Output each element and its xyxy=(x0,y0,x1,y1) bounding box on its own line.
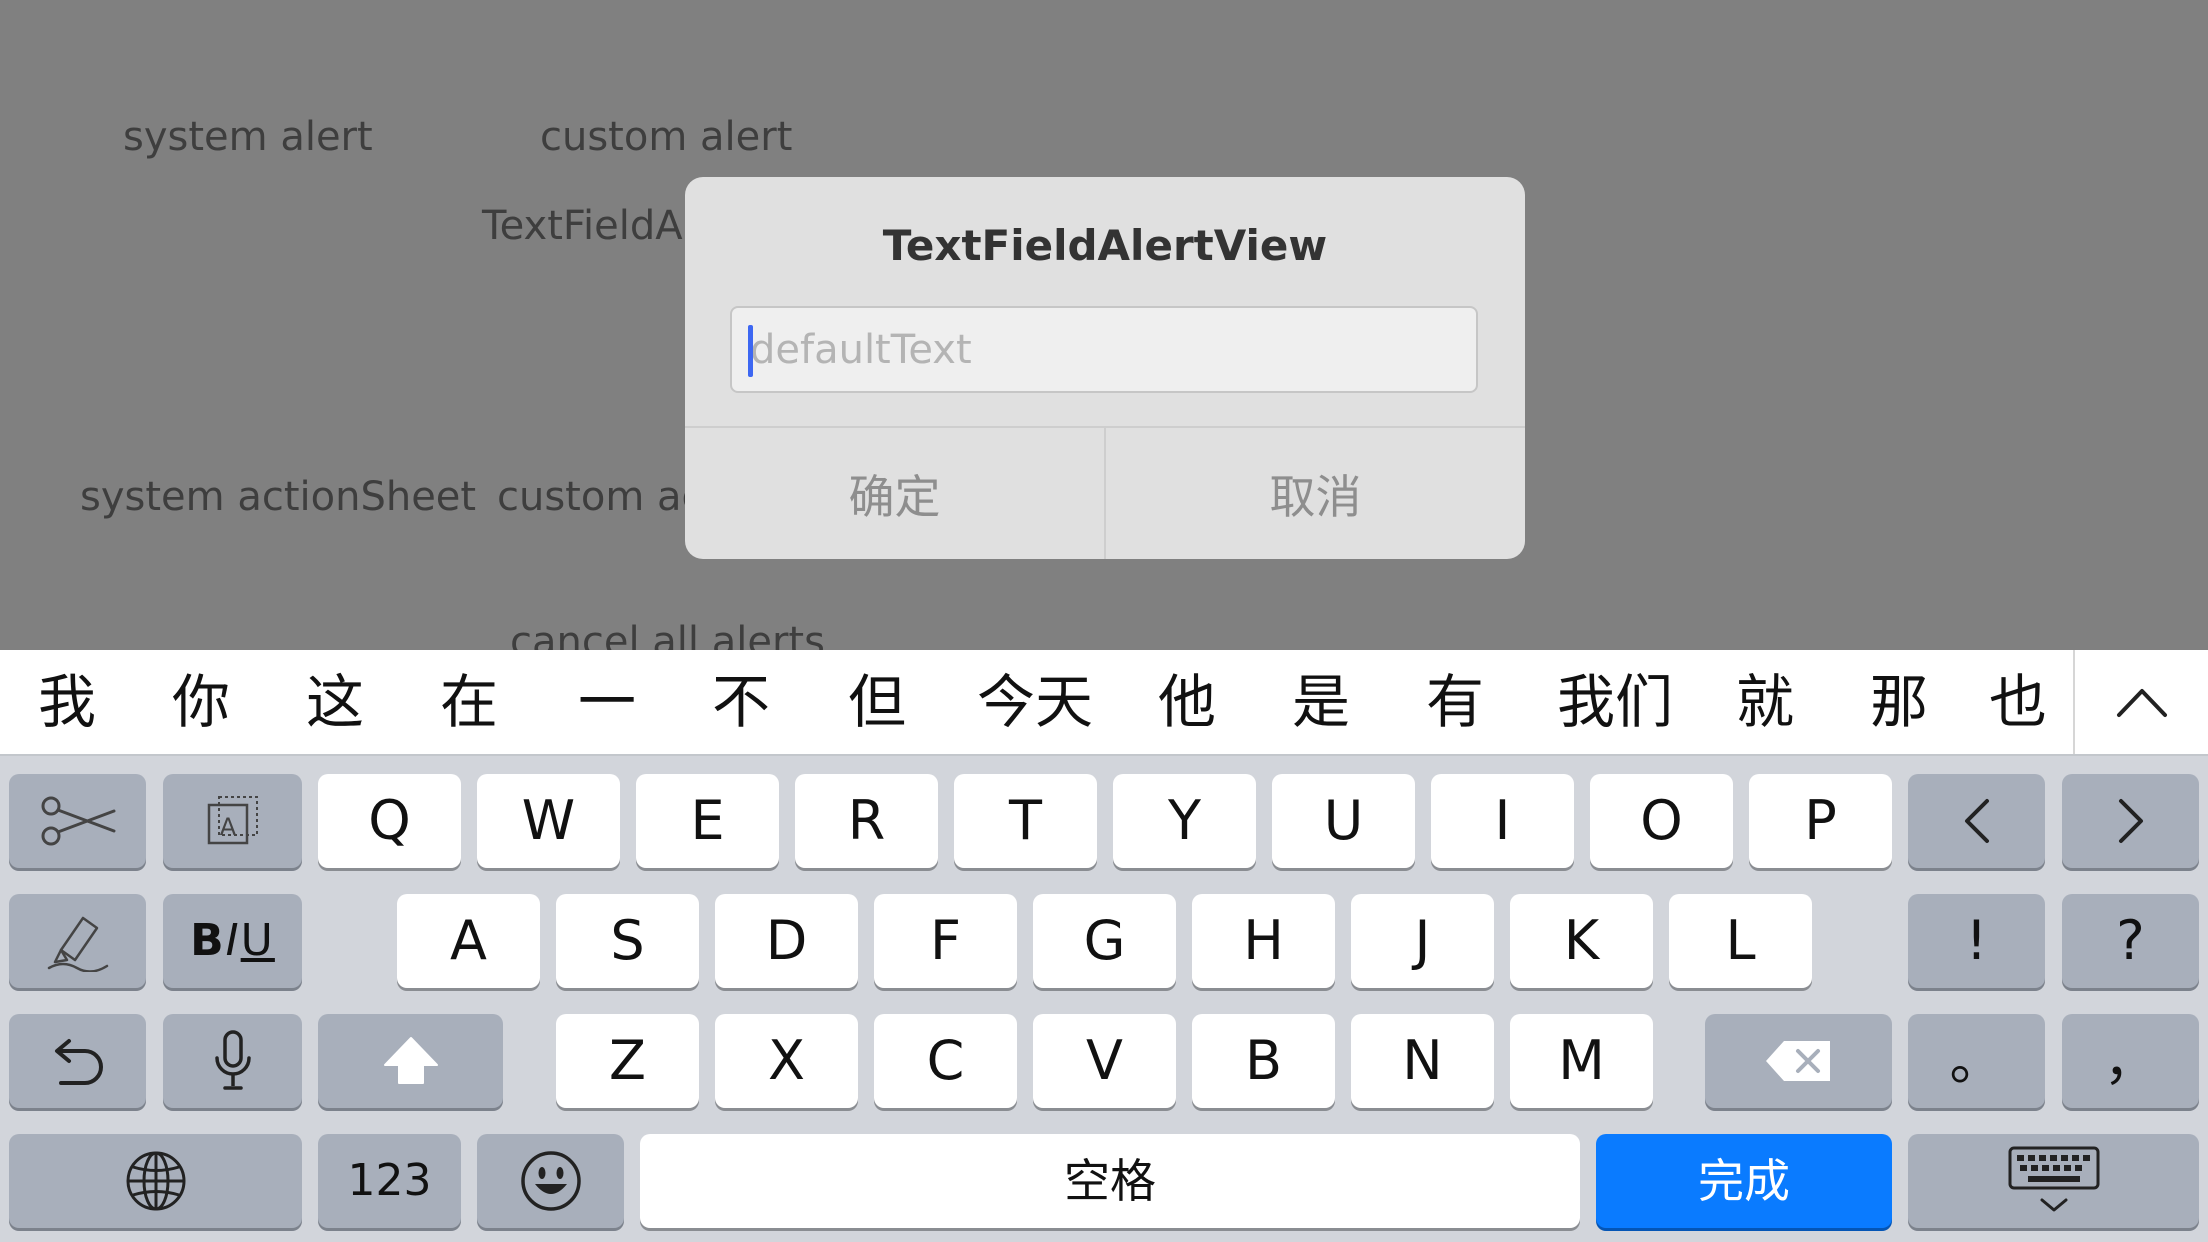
globe-icon xyxy=(126,1151,185,1211)
key-j[interactable]: J xyxy=(1351,894,1494,988)
chevron-up-icon xyxy=(2116,689,2167,717)
space-key[interactable]: 空格 xyxy=(640,1134,1580,1228)
candidate-item[interactable]: 他 xyxy=(1120,650,1254,754)
key-k[interactable]: K xyxy=(1510,894,1653,988)
candidate-item[interactable]: 一 xyxy=(540,650,674,754)
candidate-item[interactable]: 这 xyxy=(268,650,402,754)
textfield-alert-dialog: TextFieldAlertView 确定 取消 xyxy=(685,177,1525,559)
undo-key[interactable] xyxy=(9,1014,146,1108)
period-key[interactable]: 。 xyxy=(1908,1014,2045,1108)
cancel-all-alerts-button[interactable]: cancel all alerts xyxy=(510,622,825,650)
scissors-icon xyxy=(41,796,115,846)
candidate-item[interactable]: 有 xyxy=(1388,650,1522,754)
cursor-left-key[interactable] xyxy=(1908,774,2045,868)
undo-icon xyxy=(54,1039,103,1085)
custom-action-sheet-button[interactable]: custom ac xyxy=(497,477,704,517)
key-e[interactable]: E xyxy=(636,774,779,868)
textfield-alert-button[interactable]: TextFieldA xyxy=(482,206,683,246)
globe-key[interactable] xyxy=(9,1134,302,1228)
key-p[interactable]: P xyxy=(1749,774,1892,868)
underline-label: U xyxy=(240,915,275,966)
dismiss-keyboard-key[interactable] xyxy=(1908,1134,2199,1228)
key-b[interactable]: B xyxy=(1192,1014,1335,1108)
key-t[interactable]: T xyxy=(954,774,1097,868)
key-x[interactable]: X xyxy=(715,1014,858,1108)
keyboard: A Q W E R T Y U I O P BIU A S D F G H J … xyxy=(0,756,2208,1242)
key-w[interactable]: W xyxy=(477,774,620,868)
confirm-button[interactable]: 确定 xyxy=(685,428,1104,559)
key-u[interactable]: U xyxy=(1272,774,1415,868)
key-z[interactable]: Z xyxy=(556,1014,699,1108)
done-key[interactable]: 完成 xyxy=(1596,1134,1892,1228)
app-background: system alert custom alert TextFieldA sys… xyxy=(0,0,2208,650)
chevron-right-icon xyxy=(2118,799,2143,843)
delete-key[interactable] xyxy=(1705,1014,1892,1108)
alert-text-field[interactable] xyxy=(730,306,1478,393)
cut-key[interactable] xyxy=(9,774,146,868)
candidate-item[interactable]: 你 xyxy=(134,650,268,754)
highlighter-icon xyxy=(47,916,108,972)
system-action-sheet-button[interactable]: system actionSheet xyxy=(80,477,476,517)
candidate-expand-button[interactable] xyxy=(2075,650,2208,754)
exclamation-key[interactable]: ! xyxy=(1908,894,2045,988)
key-g[interactable]: G xyxy=(1033,894,1176,988)
key-a[interactable]: A xyxy=(397,894,540,988)
backspace-icon xyxy=(1765,1041,1830,1081)
text-select-icon: A xyxy=(207,796,258,845)
chevron-left-icon xyxy=(1964,799,1989,843)
custom-alert-button[interactable]: custom alert xyxy=(540,117,792,157)
candidate-bar: 我 你 这 在 一 不 但 今天 他 是 有 我们 就 那 也 xyxy=(0,650,2208,756)
key-d[interactable]: D xyxy=(715,894,858,988)
key-r[interactable]: R xyxy=(795,774,938,868)
alert-title: TextFieldAlertView xyxy=(882,221,1328,270)
highlight-key[interactable] xyxy=(9,894,146,988)
key-o[interactable]: O xyxy=(1590,774,1733,868)
key-i[interactable]: I xyxy=(1431,774,1574,868)
candidate-item[interactable]: 我们 xyxy=(1540,650,1690,754)
keyboard-hide-icon xyxy=(2008,1146,2099,1212)
microphone-icon xyxy=(214,1030,251,1090)
emoji-icon xyxy=(520,1151,581,1211)
candidate-item[interactable]: 我 xyxy=(0,650,134,754)
candidate-item[interactable]: 在 xyxy=(402,650,536,754)
candidate-item[interactable]: 是 xyxy=(1254,650,1388,754)
cursor-right-key[interactable] xyxy=(2062,774,2199,868)
candidate-item[interactable]: 不 xyxy=(674,650,808,754)
key-q[interactable]: Q xyxy=(318,774,461,868)
candidate-item[interactable]: 那 xyxy=(1832,650,1966,754)
bold-label: B xyxy=(190,915,226,966)
text-format-key[interactable]: BIU xyxy=(163,894,302,988)
cancel-button[interactable]: 取消 xyxy=(1106,428,1525,559)
svg-text:A: A xyxy=(219,813,236,841)
key-c[interactable]: C xyxy=(874,1014,1017,1108)
key-n[interactable]: N xyxy=(1351,1014,1494,1108)
candidate-item[interactable]: 但 xyxy=(810,650,944,754)
key-s[interactable]: S xyxy=(556,894,699,988)
key-l[interactable]: L xyxy=(1669,894,1812,988)
text-caret xyxy=(748,325,753,377)
emoji-key[interactable] xyxy=(477,1134,624,1228)
system-alert-button[interactable]: system alert xyxy=(123,117,373,157)
candidate-item[interactable]: 今天 xyxy=(960,650,1110,754)
shift-key[interactable] xyxy=(318,1014,503,1108)
question-key[interactable]: ? xyxy=(2062,894,2199,988)
key-y[interactable]: Y xyxy=(1113,774,1256,868)
italic-label: I xyxy=(225,915,241,966)
key-h[interactable]: H xyxy=(1192,894,1335,988)
alert-text-input[interactable] xyxy=(732,308,1476,391)
candidate-item[interactable]: 也 xyxy=(1966,650,2070,754)
key-m[interactable]: M xyxy=(1510,1014,1653,1108)
dictation-key[interactable] xyxy=(163,1014,302,1108)
candidate-item[interactable]: 就 xyxy=(1698,650,1832,754)
key-v[interactable]: V xyxy=(1033,1014,1176,1108)
comma-key[interactable]: ， xyxy=(2062,1014,2199,1108)
numbers-key[interactable]: 123 xyxy=(318,1134,461,1228)
key-f[interactable]: F xyxy=(874,894,1017,988)
shift-arrow-icon xyxy=(383,1037,438,1084)
select-text-key[interactable]: A xyxy=(163,774,302,868)
